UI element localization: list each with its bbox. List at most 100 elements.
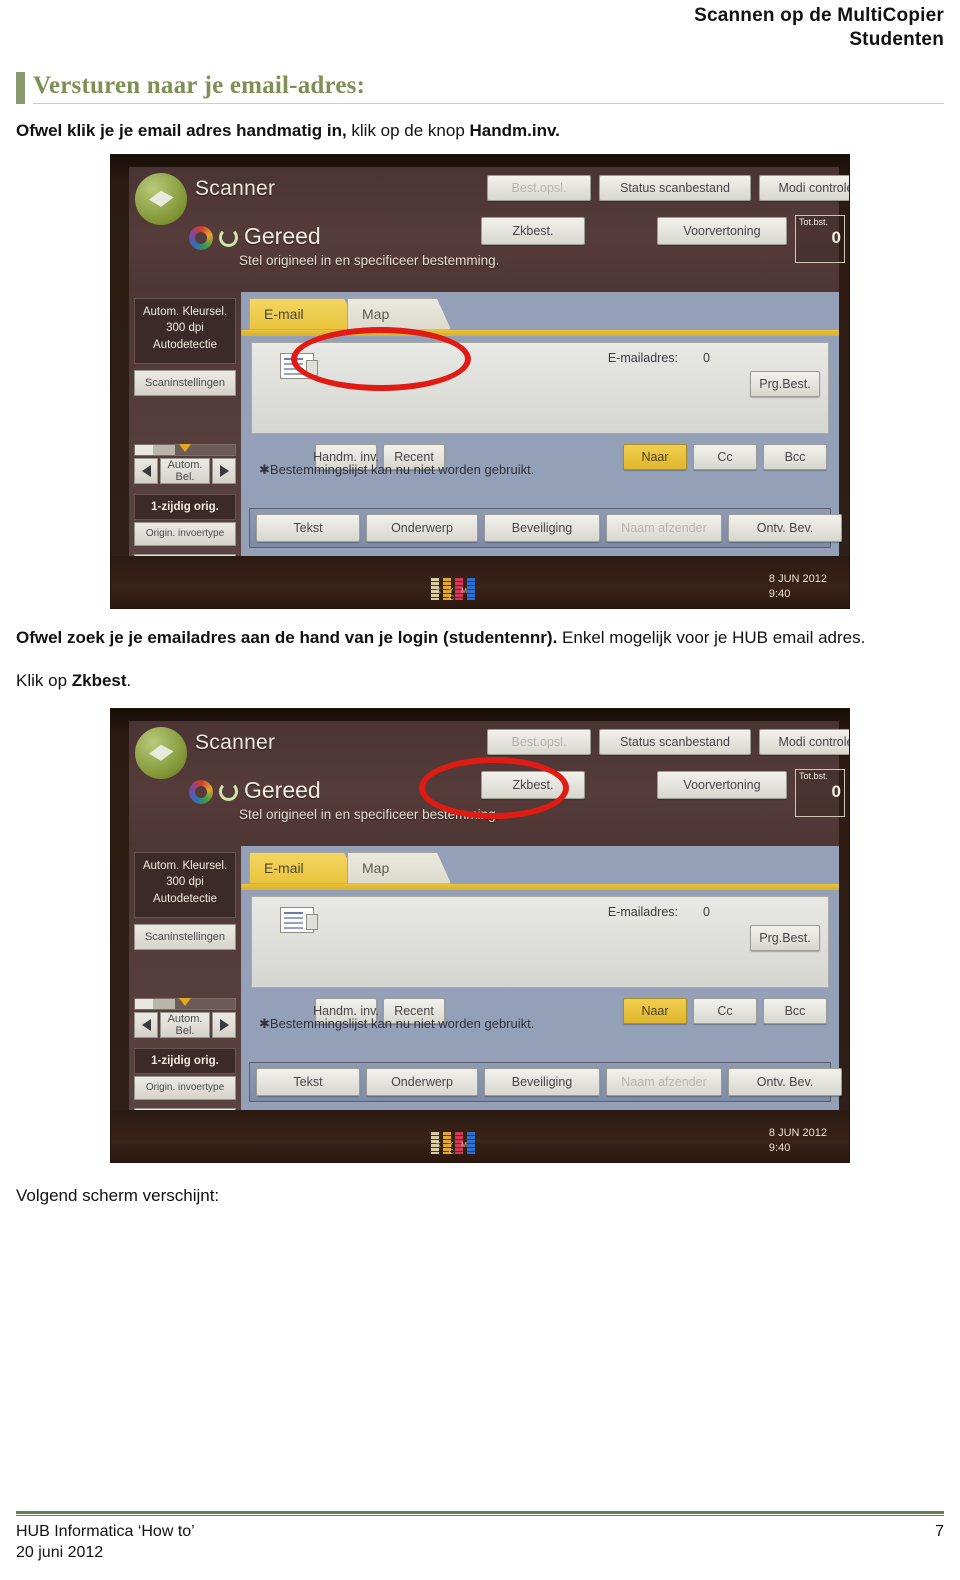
color-mode-line1: Autom. Kleursel. [142, 305, 228, 318]
onderwerp-button[interactable]: Onderwerp [366, 1067, 478, 1096]
lcd-screen: Scanner Gereed Stel origineel in en spec… [129, 166, 849, 608]
naar-button[interactable]: Naar [623, 443, 687, 470]
density-increase-button[interactable] [212, 1011, 236, 1038]
autom-bel-button[interactable]: Autom. Bel. [160, 457, 210, 484]
color-swirl-icon [189, 225, 213, 250]
lcd-left-panel: Autom. Kleursel. 300 dpi Autodetectie Sc… [129, 291, 241, 608]
app-title: Scanner [195, 176, 276, 200]
status-scanbestand-button[interactable]: Status scanbestand [599, 728, 751, 755]
emailadres-label: E-mailadres: [607, 350, 678, 365]
color-mode-block[interactable]: Autom. Kleursel. 300 dpi Autodetectie [134, 297, 236, 364]
bcc-button[interactable]: Bcc [763, 997, 827, 1024]
best-opsl-button[interactable]: Best.opsl. [487, 174, 591, 201]
email-icon [280, 906, 318, 933]
device-clock: 8 JUN 2012 9:40 [769, 572, 827, 602]
naar-button[interactable]: Naar [623, 997, 687, 1024]
instruction-2-bold: Ofwel zoek je je emailadres aan de hand … [16, 627, 558, 647]
zijdig-orig-button[interactable]: 1-zijdig orig. [134, 493, 236, 520]
voorvertoning-button[interactable]: Voorvertoning [657, 770, 787, 799]
density-marker [179, 997, 191, 1006]
tekst-button[interactable]: Tekst [256, 513, 360, 542]
color-mode-line1: Autom. Kleursel. [142, 859, 228, 872]
tab-email[interactable]: E-mail [249, 851, 359, 884]
arrow-right-icon [219, 1018, 229, 1031]
beveiliging-button[interactable]: Beveiliging [484, 1067, 600, 1096]
tab-email[interactable]: E-mail [249, 297, 359, 330]
total-files-label: Tot.bst. [799, 216, 829, 227]
emailadres-label: E-mailadres: [607, 904, 678, 919]
scaninstellingen-button[interactable]: Scaninstellingen [134, 923, 236, 950]
lcd-main-area: E-mail Map E-mailadres: 0 Prg.Best. Hand… [241, 845, 842, 1110]
instruction-1-rest: klik op de knop [346, 121, 470, 140]
arrow-left-icon [141, 464, 151, 477]
tekst-button[interactable]: Tekst [256, 1067, 360, 1096]
power-ring-icon [219, 781, 238, 801]
clock-time: 9:40 [768, 587, 791, 600]
onderwerp-button[interactable]: Onderwerp [366, 513, 478, 542]
color-mode-line3: Autodetectie [153, 892, 217, 905]
color-mode-line2: 300 dpi [166, 322, 204, 335]
prg-best-button[interactable]: Prg.Best. [750, 370, 820, 397]
zijdig-orig-button[interactable]: 1-zijdig orig. [134, 1047, 236, 1074]
function-button-bar: Tekst Onderwerp Beveiliging Naam afzende… [249, 507, 842, 548]
instruction-paragraph-2: Ofwel zoek je je emailadres aan de hand … [16, 625, 944, 651]
modi-controleren-button[interactable]: Modi controleren [759, 728, 849, 755]
clock-date: 8 JUN 2012 [768, 572, 827, 585]
density-decrease-button[interactable] [134, 1011, 158, 1038]
device-clock: 8 JUN 2012 9:40 [769, 1126, 827, 1156]
instruction-3-rest: Klik op [16, 671, 72, 690]
voorvertoning-button[interactable]: Voorvertoning [657, 216, 787, 245]
origin-invoertype-button[interactable]: Origin. invoertype [134, 1075, 236, 1100]
cc-button[interactable]: Cc [693, 997, 757, 1024]
total-files-label: Tot.bst. [799, 770, 829, 781]
ontv-bev-button[interactable]: Ontv. Bev. [728, 1067, 842, 1096]
color-mode-line3: Autodetectie [153, 338, 217, 351]
total-files-value: 0 [831, 781, 841, 801]
ontv-bev-button[interactable]: Ontv. Bev. [728, 513, 842, 542]
naam-afzender-button[interactable]: Naam afzender [606, 1067, 722, 1096]
density-slider[interactable] [134, 443, 236, 456]
scanner-panel-photo-2: Scanner Gereed Stel origineel in en spec… [110, 707, 850, 1163]
prg-best-button[interactable]: Prg.Best. [750, 924, 820, 951]
autom-bel-button[interactable]: Autom. Bel. [160, 1011, 210, 1038]
heading-divider [33, 103, 944, 104]
status-scanbestand-button[interactable]: Status scanbestand [599, 174, 751, 201]
cc-button[interactable]: Cc [693, 443, 757, 470]
page-title: Versturen naar je email-adres: [33, 71, 366, 99]
tab-strip: E-mail Map [241, 846, 839, 884]
scanner-panel-photo-1: Scanner Gereed Stel origineel in en spec… [110, 153, 850, 609]
tab-underline [241, 883, 839, 890]
best-opsl-button[interactable]: Best.opsl. [487, 728, 591, 755]
emailadres-count: 0 [703, 904, 710, 919]
device-bottom-strip: K Y M C 8 JUN 2012 9:40 [111, 1109, 849, 1162]
status-text: Gereed [244, 222, 321, 249]
function-button-bar: Tekst Onderwerp Beveiliging Naam afzende… [249, 1061, 842, 1102]
tab-map[interactable]: Map [347, 297, 451, 330]
modi-controleren-button[interactable]: Modi controleren [759, 174, 849, 201]
beveiliging-button[interactable]: Beveiliging [484, 513, 600, 542]
heading-accent-bar [16, 71, 25, 104]
scaninstellingen-button[interactable]: Scaninstellingen [134, 369, 236, 396]
status-subtext: Stel origineel in en specificeer bestemm… [239, 252, 500, 268]
app-title: Scanner [195, 730, 276, 754]
section-heading: Versturen naar je email-adres: [16, 71, 944, 104]
color-mode-block[interactable]: Autom. Kleursel. 300 dpi Autodetectie [134, 851, 236, 918]
memory-counter: Geheugen 100% [849, 769, 850, 817]
origin-invoertype-button[interactable]: Origin. invoertype [134, 521, 236, 546]
instruction-paragraph-4: Volgend scherm verschijnt: [16, 1183, 944, 1209]
density-increase-button[interactable] [212, 457, 236, 484]
naam-afzender-button[interactable]: Naam afzender [606, 513, 722, 542]
tab-strip: E-mail Map [241, 292, 839, 330]
lcd-main-area: E-mail Map E-mailadres: 0 Prg.Best. Hand… [241, 291, 842, 556]
zkbest-button[interactable]: Zkbest. [481, 216, 585, 245]
ready-status-group: Gereed [189, 223, 321, 250]
bcc-button[interactable]: Bcc [763, 443, 827, 470]
density-slider[interactable] [134, 997, 236, 1010]
memory-counter: Geheugen 100% [849, 215, 850, 263]
document-header: Scannen op de MultiCopier Studenten [16, 0, 944, 52]
density-decrease-button[interactable] [134, 457, 158, 484]
total-files-counter: Tot.bst. 0 [795, 214, 845, 263]
total-files-counter: Tot.bst. 0 [795, 768, 845, 817]
color-mode-line2: 300 dpi [166, 876, 204, 889]
tab-map[interactable]: Map [347, 851, 451, 884]
